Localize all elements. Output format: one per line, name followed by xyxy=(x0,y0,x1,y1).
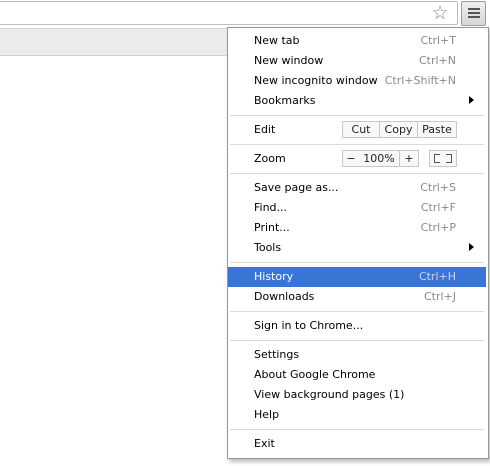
copy-button[interactable]: Copy xyxy=(379,121,418,138)
menu-item-label: Find... xyxy=(254,201,288,214)
fullscreen-button[interactable] xyxy=(429,150,457,167)
submenu-arrow-icon xyxy=(469,243,474,251)
menu-item-settings[interactable]: Settings xyxy=(228,345,486,365)
menu-separator xyxy=(230,115,484,116)
hamburger-menu-icon xyxy=(468,8,480,10)
menu-item-exit[interactable]: Exit xyxy=(228,434,486,454)
menu-item-about[interactable]: About Google Chrome xyxy=(228,365,486,385)
menu-item-shortcut: Ctrl+T xyxy=(420,34,456,47)
menu-item-label: New tab xyxy=(254,34,300,47)
menu-item-zoom: Zoom − 100% + xyxy=(228,149,486,169)
bookmarks-bar xyxy=(0,28,230,56)
menu-item-label: Sign in to Chrome... xyxy=(254,319,364,332)
hamburger-menu-icon xyxy=(468,16,480,18)
menu-item-label: New incognito window xyxy=(254,74,378,87)
menu-separator xyxy=(230,429,484,430)
zoom-level: 100% xyxy=(359,150,399,167)
menu-item-print[interactable]: Print... Ctrl+P xyxy=(228,218,486,238)
menu-item-new-incognito-window[interactable]: New incognito window Ctrl+Shift+N xyxy=(228,71,486,91)
menu-item-shortcut: Ctrl+N xyxy=(418,54,456,67)
menu-item-shortcut: Ctrl+J xyxy=(423,290,456,303)
chrome-menu: New tab Ctrl+T New window Ctrl+N New inc… xyxy=(227,27,489,459)
menu-item-label: New window xyxy=(254,54,324,67)
menu-item-shortcut: Ctrl+H xyxy=(418,270,456,283)
menu-item-bookmarks[interactable]: Bookmarks xyxy=(228,91,486,111)
chrome-menu-button[interactable] xyxy=(461,1,486,26)
menu-item-save-page[interactable]: Save page as... Ctrl+S xyxy=(228,178,486,198)
browser-toolbar: ☆ xyxy=(0,0,490,28)
menu-item-label: Exit xyxy=(254,437,275,450)
menu-item-label: Downloads xyxy=(254,290,315,303)
menu-item-label: Print... xyxy=(254,221,290,234)
menu-separator xyxy=(230,262,484,263)
menu-item-label: History xyxy=(254,270,294,283)
menu-separator xyxy=(230,340,484,341)
menu-item-new-window[interactable]: New window Ctrl+N xyxy=(228,51,486,71)
zoom-in-button[interactable]: + xyxy=(399,150,419,167)
menu-separator xyxy=(230,144,484,145)
menu-item-label: Edit xyxy=(254,123,276,136)
cut-button[interactable]: Cut xyxy=(342,121,380,138)
menu-item-new-tab[interactable]: New tab Ctrl+T xyxy=(228,31,486,51)
menu-item-help[interactable]: Help xyxy=(228,405,486,425)
menu-item-find[interactable]: Find... Ctrl+F xyxy=(228,198,486,218)
menu-item-shortcut: Ctrl+F xyxy=(420,201,456,214)
submenu-arrow-icon xyxy=(469,96,474,104)
menu-item-edit: Edit Cut Copy Paste xyxy=(228,120,486,140)
menu-item-label: Save page as... xyxy=(254,181,339,194)
omnibox[interactable] xyxy=(0,1,458,25)
menu-item-history[interactable]: History Ctrl+H xyxy=(228,267,486,287)
menu-item-tools[interactable]: Tools xyxy=(228,238,486,258)
menu-separator xyxy=(230,173,484,174)
menu-item-label: About Google Chrome xyxy=(254,368,376,381)
menu-item-label: View background pages (1) xyxy=(254,388,405,401)
menu-item-sign-in[interactable]: Sign in to Chrome... xyxy=(228,316,486,336)
menu-item-label: Help xyxy=(254,408,280,421)
menu-item-downloads[interactable]: Downloads Ctrl+J xyxy=(228,287,486,307)
menu-item-shortcut: Ctrl+Shift+N xyxy=(384,74,456,87)
paste-button[interactable]: Paste xyxy=(417,121,457,138)
menu-item-label: Zoom xyxy=(254,152,286,165)
menu-item-shortcut: Ctrl+P xyxy=(420,221,456,234)
menu-item-background-pages[interactable]: View background pages (1) xyxy=(228,385,486,405)
menu-item-label: Tools xyxy=(254,241,282,254)
menu-separator xyxy=(230,311,484,312)
menu-item-label: Bookmarks xyxy=(254,94,316,107)
menu-item-shortcut: Ctrl+S xyxy=(420,181,456,194)
zoom-out-button[interactable]: − xyxy=(342,150,360,167)
star-icon[interactable]: ☆ xyxy=(430,3,450,23)
hamburger-menu-icon xyxy=(468,12,480,14)
menu-item-label: Settings xyxy=(254,348,300,361)
